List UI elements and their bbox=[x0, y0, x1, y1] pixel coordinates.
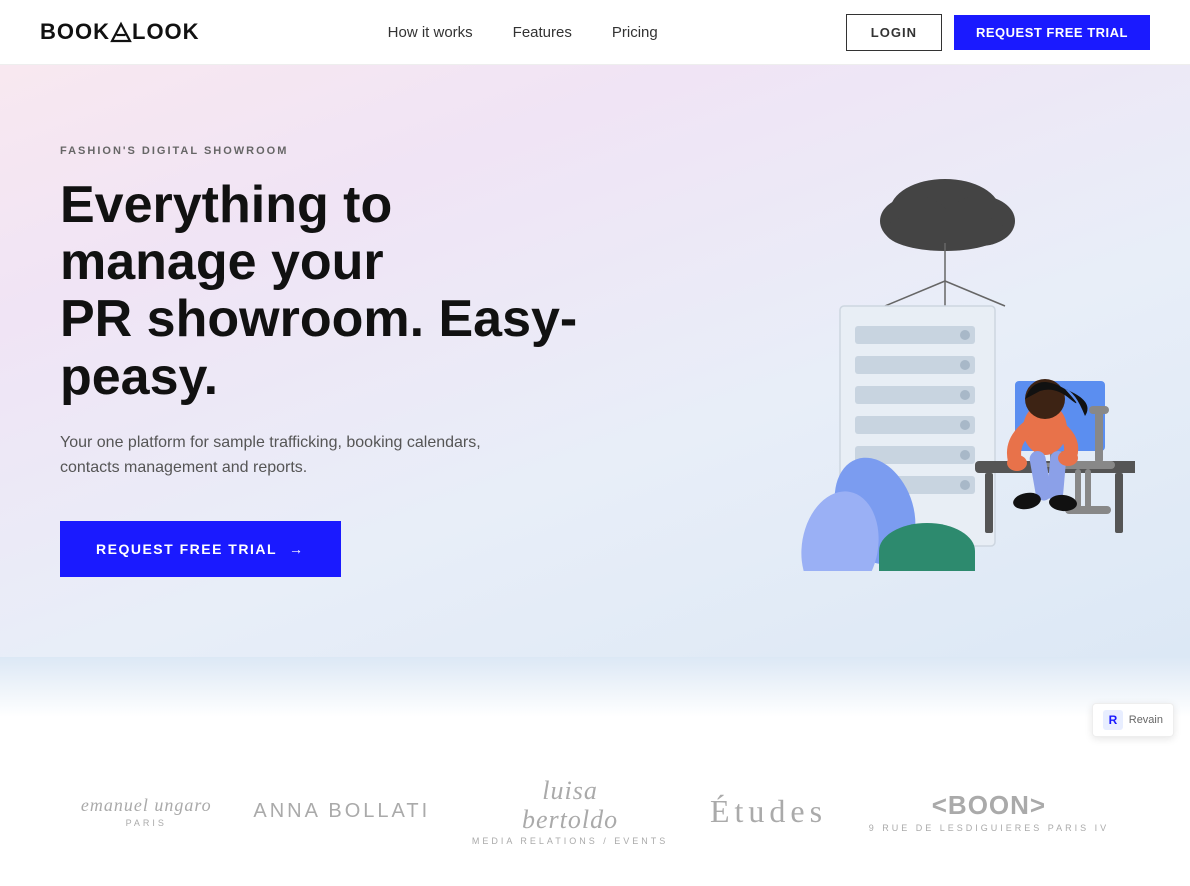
hero-trial-button[interactable]: REQUEST FREE TRIAL → bbox=[60, 521, 341, 577]
brand-sub: PARIS bbox=[126, 818, 167, 828]
hero-title: Everything to manage your PR showroom. E… bbox=[60, 177, 600, 406]
wave-divider bbox=[0, 657, 1190, 717]
brand-anna-bollati: ANNA BOLLATI bbox=[253, 800, 430, 823]
svg-text:R: R bbox=[1108, 713, 1117, 727]
nav-links: How it works Features Pricing bbox=[388, 24, 658, 41]
hero-eyebrow: FASHION'S DIGITAL SHOWROOM bbox=[60, 145, 600, 157]
logo-icon bbox=[110, 21, 132, 43]
brand-name: emanuel ungaro bbox=[81, 795, 212, 816]
brand-boon: <BOON> 9 rue de Lesdiguieres Paris IV bbox=[869, 790, 1109, 833]
hero-trial-label: REQUEST FREE TRIAL bbox=[96, 541, 277, 557]
logo-text-2: LOOK bbox=[132, 19, 200, 45]
revain-badge[interactable]: R Revain bbox=[1092, 703, 1174, 737]
nav-features[interactable]: Features bbox=[513, 24, 572, 41]
brand-name: <BOON> bbox=[932, 790, 1046, 821]
login-button[interactable]: LOGIN bbox=[846, 14, 942, 51]
brand-etudes: Études bbox=[710, 793, 827, 830]
brand-sub: media relations / events bbox=[472, 836, 668, 846]
nav-how-it-works[interactable]: How it works bbox=[388, 24, 473, 41]
hero-title-line1: Everything to manage your bbox=[60, 176, 392, 291]
brands-section: emanuel ungaro PARIS ANNA BOLLATI luisab… bbox=[0, 717, 1190, 886]
revain-icon: R bbox=[1103, 710, 1123, 730]
brand-luisa-bertoldo: luisabertoldo media relations / events bbox=[472, 777, 668, 846]
brand-name: ANNA BOLLATI bbox=[253, 800, 430, 823]
revain-text: Revain bbox=[1129, 714, 1163, 726]
brand-name: luisabertoldo bbox=[522, 777, 618, 834]
navbar: BOOK LOOK How it works Features Pricing … bbox=[0, 0, 1190, 65]
hero-illustration bbox=[600, 65, 1190, 657]
hero-section: FASHION'S DIGITAL SHOWROOM Everything to… bbox=[0, 65, 1190, 657]
hero-trial-arrow: → bbox=[289, 541, 305, 557]
hero-subtitle: Your one platform for sample trafficking… bbox=[60, 430, 510, 481]
nav-trial-button[interactable]: REQUEST FREE TRIAL bbox=[954, 15, 1150, 50]
hero-title-line2: PR showroom. Easy-peasy. bbox=[60, 290, 577, 405]
brand-emanuel-ungaro: emanuel ungaro PARIS bbox=[81, 795, 212, 828]
hero-svg bbox=[655, 151, 1135, 571]
brand-name: Études bbox=[710, 793, 827, 830]
logo[interactable]: BOOK LOOK bbox=[40, 19, 200, 45]
nav-pricing[interactable]: Pricing bbox=[612, 24, 658, 41]
logo-text: BOOK bbox=[40, 19, 110, 45]
hero-content: FASHION'S DIGITAL SHOWROOM Everything to… bbox=[0, 65, 600, 657]
brand-sub: 9 rue de Lesdiguieres Paris IV bbox=[869, 823, 1109, 833]
nav-actions: LOGIN REQUEST FREE TRIAL bbox=[846, 14, 1150, 51]
